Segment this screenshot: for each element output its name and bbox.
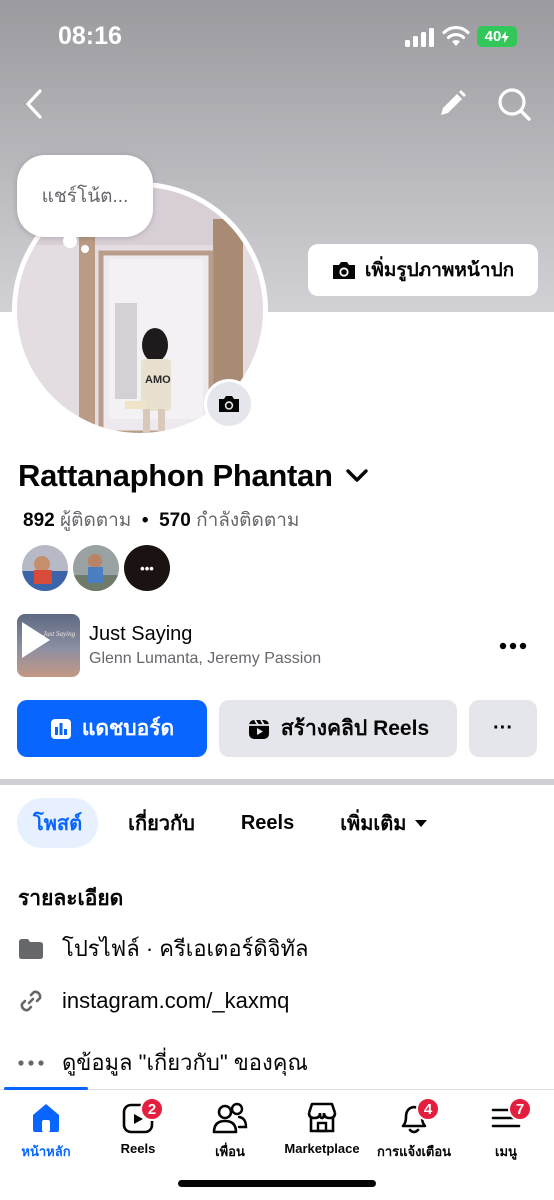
follower-photo — [22, 545, 68, 591]
nav-friends[interactable]: เพื่อน — [184, 1099, 276, 1169]
followers-label: ผู้ติดตาม — [59, 510, 132, 531]
signal-icon — [405, 28, 434, 47]
search-icon — [498, 88, 531, 121]
music-album-art[interactable]: Just Saying — [17, 614, 80, 677]
nav-friends-label: เพื่อน — [215, 1144, 245, 1159]
pencil-icon — [441, 90, 466, 115]
nav-notifications-badge: 4 — [416, 1097, 440, 1121]
home-icon — [26, 1099, 66, 1137]
nav-reels-label: Reels — [120, 1141, 156, 1156]
followers-more-label: ••• — [140, 560, 154, 576]
detail-see-about[interactable]: ดูข้อมูล "เกี่ยวกับ" ของคุณ — [18, 1045, 308, 1080]
stats-separator: • — [141, 510, 149, 531]
tab-posts-label: โพสต์ — [33, 813, 83, 835]
tab-posts[interactable]: โพสต์ — [17, 798, 99, 848]
chevron-left-icon — [26, 89, 42, 119]
profile-tabs: โพสต์ เกี่ยวกับ Reels เพิ่มเติม — [17, 798, 458, 848]
status-bar: 08:16 40 — [0, 0, 554, 74]
nav-home[interactable]: หน้าหลัก — [0, 1099, 92, 1169]
nav-reels[interactable]: 2 Reels — [92, 1097, 184, 1169]
tab-about[interactable]: เกี่ยวกับ — [112, 798, 211, 848]
music-artist: Glenn Lumanta, Jeremy Passion — [89, 650, 322, 667]
more-icon — [18, 1050, 44, 1076]
link-icon — [18, 988, 44, 1014]
svg-text:AMO: AMO — [145, 374, 171, 386]
play-icon: Just Saying — [22, 622, 76, 658]
bell-icon: 4 — [394, 1097, 440, 1137]
nav-reels-badge: 2 — [140, 1097, 164, 1121]
battery-level: 40 — [484, 28, 502, 45]
note-bubble[interactable]: แชร์โน้ต... — [17, 155, 153, 237]
music-art-text: Just Saying — [43, 630, 76, 638]
nav-menu-label: เมนู — [495, 1144, 517, 1159]
add-cover-photo-button[interactable]: เพิ่มรูปภาพหน้าปก — [308, 244, 538, 296]
detail-profile-type-text: โปรไฟล์ · ครีเอเตอร์ดิจิทัล — [62, 936, 309, 961]
music-title: Just Saying — [89, 623, 193, 645]
nav-home-label: หน้าหลัก — [21, 1144, 71, 1159]
nav-menu-badge: 7 — [508, 1097, 532, 1121]
nav-marketplace-label: Marketplace — [284, 1141, 360, 1156]
dashboard-label: แดชบอร์ด — [81, 717, 175, 740]
profile-name: Rattanaphon Phantan — [18, 458, 333, 493]
camera-icon — [219, 396, 239, 412]
follower-avatar[interactable] — [22, 545, 68, 591]
charging-bolt-icon — [501, 30, 510, 43]
reels-icon: 2 — [118, 1097, 164, 1137]
followers-count: 892 — [23, 510, 55, 531]
detail-link-text: instagram.com/_kaxmq — [62, 988, 290, 1013]
add-cover-photo-label: เพิ่มรูปภาพหน้าปก — [364, 260, 515, 281]
detail-link[interactable]: instagram.com/_kaxmq — [18, 988, 289, 1014]
more-dots-icon — [499, 642, 527, 650]
dashboard-icon — [50, 718, 71, 739]
status-time: 08:16 — [58, 22, 122, 50]
back-button[interactable] — [14, 84, 54, 124]
follower-avatar[interactable] — [73, 545, 119, 591]
section-divider — [0, 779, 554, 785]
tab-reels[interactable]: Reels — [225, 798, 310, 848]
detail-profile-type: โปรไฟล์ · ครีเอเตอร์ดิจิทัล — [18, 931, 309, 966]
tab-about-label: เกี่ยวกับ — [128, 813, 195, 835]
create-reels-button[interactable]: สร้างคลิป Reels — [219, 700, 457, 757]
wifi-icon — [442, 25, 470, 46]
create-reels-label: สร้างคลิป Reels — [280, 717, 430, 740]
followers-preview[interactable]: ••• — [22, 545, 170, 591]
profile-page-icon — [18, 936, 44, 962]
battery-icon: 40 — [477, 26, 517, 47]
follow-stats[interactable]: 892 ผู้ติดตาม • 570 กำลังติดตาม — [23, 505, 299, 535]
tab-more-label: เพิ่มเติม — [340, 813, 407, 835]
profile-screen: 08:16 40 AMO แชร์โน้ต... เพิ่มรูปภาพหน้า… — [0, 0, 554, 1200]
edit-profile-button[interactable] — [432, 84, 472, 124]
more-actions-label: ··· — [493, 717, 513, 739]
reels-icon — [248, 719, 269, 739]
search-button[interactable] — [494, 84, 534, 124]
following-count: 570 — [159, 510, 191, 531]
marketplace-icon — [302, 1099, 342, 1137]
home-indicator — [178, 1180, 376, 1187]
music-more-button[interactable] — [494, 632, 532, 660]
friends-icon — [210, 1099, 250, 1137]
followers-more[interactable]: ••• — [124, 545, 170, 591]
following-label: กำลังติดตาม — [196, 510, 300, 531]
tab-reels-label: Reels — [240, 811, 295, 834]
detail-see-about-text: ดูข้อมูล "เกี่ยวกับ" ของคุณ — [62, 1050, 308, 1075]
profile-name-row[interactable]: Rattanaphon Phantan — [18, 458, 369, 494]
change-profile-picture-button[interactable] — [204, 379, 254, 429]
nav-marketplace[interactable]: Marketplace — [276, 1099, 368, 1169]
caret-down-icon — [415, 820, 428, 827]
nav-menu[interactable]: 7 เมนู — [460, 1097, 552, 1169]
more-actions-button[interactable]: ··· — [469, 700, 537, 757]
note-bubble-tail — [63, 234, 77, 248]
menu-icon: 7 — [486, 1097, 532, 1137]
follower-photo — [73, 545, 119, 591]
dashboard-button[interactable]: แดชบอร์ด — [17, 700, 207, 757]
nav-notifications-label: การแจ้งเตือน — [376, 1144, 452, 1159]
chevron-down-icon[interactable] — [345, 468, 369, 484]
camera-icon — [332, 261, 355, 279]
note-placeholder: แชร์โน้ต... — [41, 186, 129, 207]
note-bubble-tail-dot — [81, 245, 89, 253]
tab-more[interactable]: เพิ่มเติม — [324, 798, 444, 848]
details-title: รายละเอียด — [18, 887, 124, 910]
nav-notifications[interactable]: 4 การแจ้งเตือน — [368, 1097, 460, 1169]
active-tab-indicator — [4, 1087, 88, 1090]
